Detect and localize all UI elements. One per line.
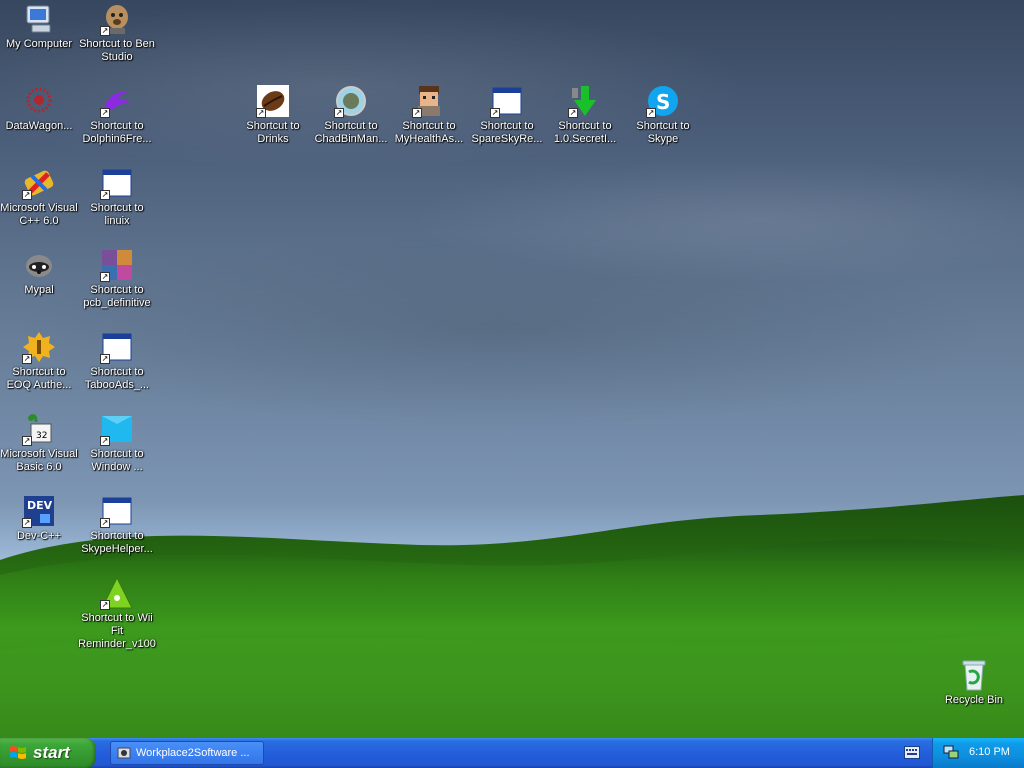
desktop-icon-msvc6[interactable]: ↗ Microsoft Visual C++ 6.0 (0, 166, 78, 228)
desktop-icon-label: Shortcut to MyHealthAs... (394, 120, 464, 145)
desktop-icon-linuix[interactable]: ↗ Shortcut to linuix (78, 166, 156, 228)
svg-text:DEV: DEV (27, 499, 53, 512)
desktop-icon-skype[interactable]: S ↗ Shortcut to Skype (624, 84, 702, 146)
dog-icon: ↗ (100, 2, 134, 36)
desktop-icon-ben-studio[interactable]: ↗ Shortcut to Ben Studio (78, 2, 156, 64)
desktop-icon-label: Shortcut to Ben Studio (79, 38, 155, 63)
network-icon[interactable] (943, 745, 959, 760)
desktop-icon-label: Shortcut to Drinks (246, 120, 300, 145)
desktop-icon-devcpp[interactable]: DEV ↗ Dev-C++ (0, 494, 78, 543)
keyboard-icon[interactable] (904, 746, 920, 759)
computer-icon (22, 2, 56, 36)
window-icon: ↗ (490, 84, 524, 118)
desktop-icon-mypal[interactable]: Mypal (0, 248, 78, 297)
triangle-green-icon: ↗ (100, 576, 134, 610)
shortcut-arrow-icon: ↗ (100, 600, 110, 610)
globe-icon: ↗ (334, 84, 368, 118)
shortcut-arrow-icon: ↗ (100, 26, 110, 36)
raccoon-icon (22, 248, 56, 282)
desktop-icon-drinks[interactable]: ↗ Shortcut to Drinks (234, 84, 312, 146)
folder-blue-icon: ↗ (100, 412, 134, 446)
desktop-icon-dolphin6[interactable]: ↗ Shortcut to Dolphin6Fre... (78, 84, 156, 146)
svg-text:S: S (656, 90, 670, 114)
desktop-icon-myhealthas[interactable]: ↗ Shortcut to MyHealthAs... (390, 84, 468, 146)
desktop-icon-label: Shortcut to linuix (90, 202, 144, 227)
shortcut-arrow-icon: ↗ (100, 272, 110, 282)
desktop-icon-window[interactable]: ↗ Shortcut to Window ... (78, 412, 156, 474)
dolphin-icon: ↗ (100, 84, 134, 118)
shortcut-arrow-icon: ↗ (100, 436, 110, 446)
desktop-icon-label: Shortcut to ChadBinMan... (314, 120, 388, 145)
desktop-icon-label: Shortcut to Window ... (90, 448, 144, 473)
desktop-icon-label: Shortcut to Skype (636, 120, 690, 145)
taskbar-button-workplace2software[interactable]: Workplace2Software ... (110, 741, 264, 765)
recycle-bin-icon (957, 658, 991, 692)
desktop-icon-spareskyre[interactable]: ↗ Shortcut to SpareSkyRe... (468, 84, 546, 146)
coffee-bean-icon: ↗ (256, 84, 290, 118)
visual-cpp-icon: ↗ (22, 166, 56, 200)
clock[interactable]: 6:10 PM (969, 746, 1010, 758)
dev-cpp-icon: DEV ↗ (22, 494, 56, 528)
shortcut-arrow-icon: ↗ (568, 108, 578, 118)
start-label: start (33, 743, 70, 762)
shortcut-arrow-icon: ↗ (646, 108, 656, 118)
desktop-icon-label: Shortcut to Wii Fit Reminder_v100 (78, 612, 156, 650)
desktop-icon-label: Shortcut to SpareSkyRe... (471, 120, 543, 145)
desktop[interactable]: My Computer DataWagon... ↗ Microsoft Vis… (0, 0, 1024, 738)
shortcut-arrow-icon: ↗ (22, 436, 32, 446)
shortcut-arrow-icon: ↗ (22, 354, 32, 364)
desktop-icon-label: DataWagon... (5, 120, 73, 132)
desktop-icon-label: Shortcut to Dolphin6Fre... (82, 120, 152, 145)
desktop-icon-label: Shortcut to SkypeHelper... (81, 530, 153, 555)
desktop-icon-tabooads[interactable]: ↗ Shortcut to TabooAds_... (78, 330, 156, 392)
desktop-icon-secreti[interactable]: ↗ Shortcut to 1.0.SecretI... (546, 84, 624, 146)
window-icon: ↗ (100, 494, 134, 528)
desktop-icon-label: Shortcut to 1.0.SecretI... (553, 120, 617, 145)
shortcut-arrow-icon: ↗ (412, 108, 422, 118)
datawagon-icon (22, 84, 56, 118)
shortcut-arrow-icon: ↗ (256, 108, 266, 118)
start-button[interactable]: start (0, 738, 96, 768)
desktop-icon-label: My Computer (5, 38, 73, 50)
desktop-icon-label: Microsoft Visual C++ 6.0 (0, 202, 78, 227)
shortcut-arrow-icon: ↗ (100, 354, 110, 364)
windows-flag-icon (10, 746, 26, 759)
desktop-icon-datawagon[interactable]: DataWagon... (0, 84, 78, 133)
key-badge-icon: ↗ (22, 330, 56, 364)
desktop-icon-label: Shortcut to TabooAds_... (84, 366, 150, 391)
shortcut-arrow-icon: ↗ (334, 108, 344, 118)
taskbar: start Workplace2Software ... 6:10 PM (0, 738, 1024, 768)
visual-basic-icon: 32 ↗ (22, 412, 56, 446)
desktop-icon-label: Shortcut to EOQ Authe... (6, 366, 72, 391)
desktop-icon-label: Shortcut to pcb_definitive (83, 284, 151, 309)
desktop-icon-my-computer[interactable]: My Computer (0, 2, 78, 51)
desktop-icon-chadbinman[interactable]: ↗ Shortcut to ChadBinMan... (312, 84, 390, 146)
desktop-icon-label: Microsoft Visual Basic 6.0 (0, 448, 78, 473)
avatar-icon: ↗ (412, 84, 446, 118)
desktop-icon-eoq[interactable]: ↗ Shortcut to EOQ Authe... (0, 330, 78, 392)
shortcut-arrow-icon: ↗ (22, 518, 32, 528)
desktop-icon-recycle-bin[interactable]: Recycle Bin (935, 658, 1013, 707)
desktop-icon-label: Mypal (24, 284, 54, 296)
shortcut-arrow-icon: ↗ (490, 108, 500, 118)
desktop-icon-msvb6[interactable]: 32 ↗ Microsoft Visual Basic 6.0 (0, 412, 78, 474)
desktop-icon-pcb[interactable]: ↗ Shortcut to pcb_definitive (78, 248, 156, 310)
shortcut-arrow-icon: ↗ (100, 190, 110, 200)
desktop-icon-label: Dev-C++ (16, 530, 62, 542)
download-arrow-icon: ↗ (568, 84, 602, 118)
program-icon (117, 747, 131, 759)
desktop-icon-label: Recycle Bin (944, 694, 1004, 706)
taskbar-button-label: Workplace2Software ... (136, 747, 250, 759)
shortcut-arrow-icon: ↗ (100, 518, 110, 528)
system-tray: 6:10 PM (932, 738, 1024, 768)
desktop-icon-skypehelper[interactable]: ↗ Shortcut to SkypeHelper... (78, 494, 156, 556)
window-icon: ↗ (100, 166, 134, 200)
desktop-icon-wiifit[interactable]: ↗ Shortcut to Wii Fit Reminder_v100 (78, 576, 156, 651)
window-icon: ↗ (100, 330, 134, 364)
svg-text:32: 32 (36, 431, 47, 441)
shortcut-arrow-icon: ↗ (100, 108, 110, 118)
shortcut-arrow-icon: ↗ (22, 190, 32, 200)
skype-icon: S ↗ (646, 84, 680, 118)
photo-collage-icon: ↗ (100, 248, 134, 282)
